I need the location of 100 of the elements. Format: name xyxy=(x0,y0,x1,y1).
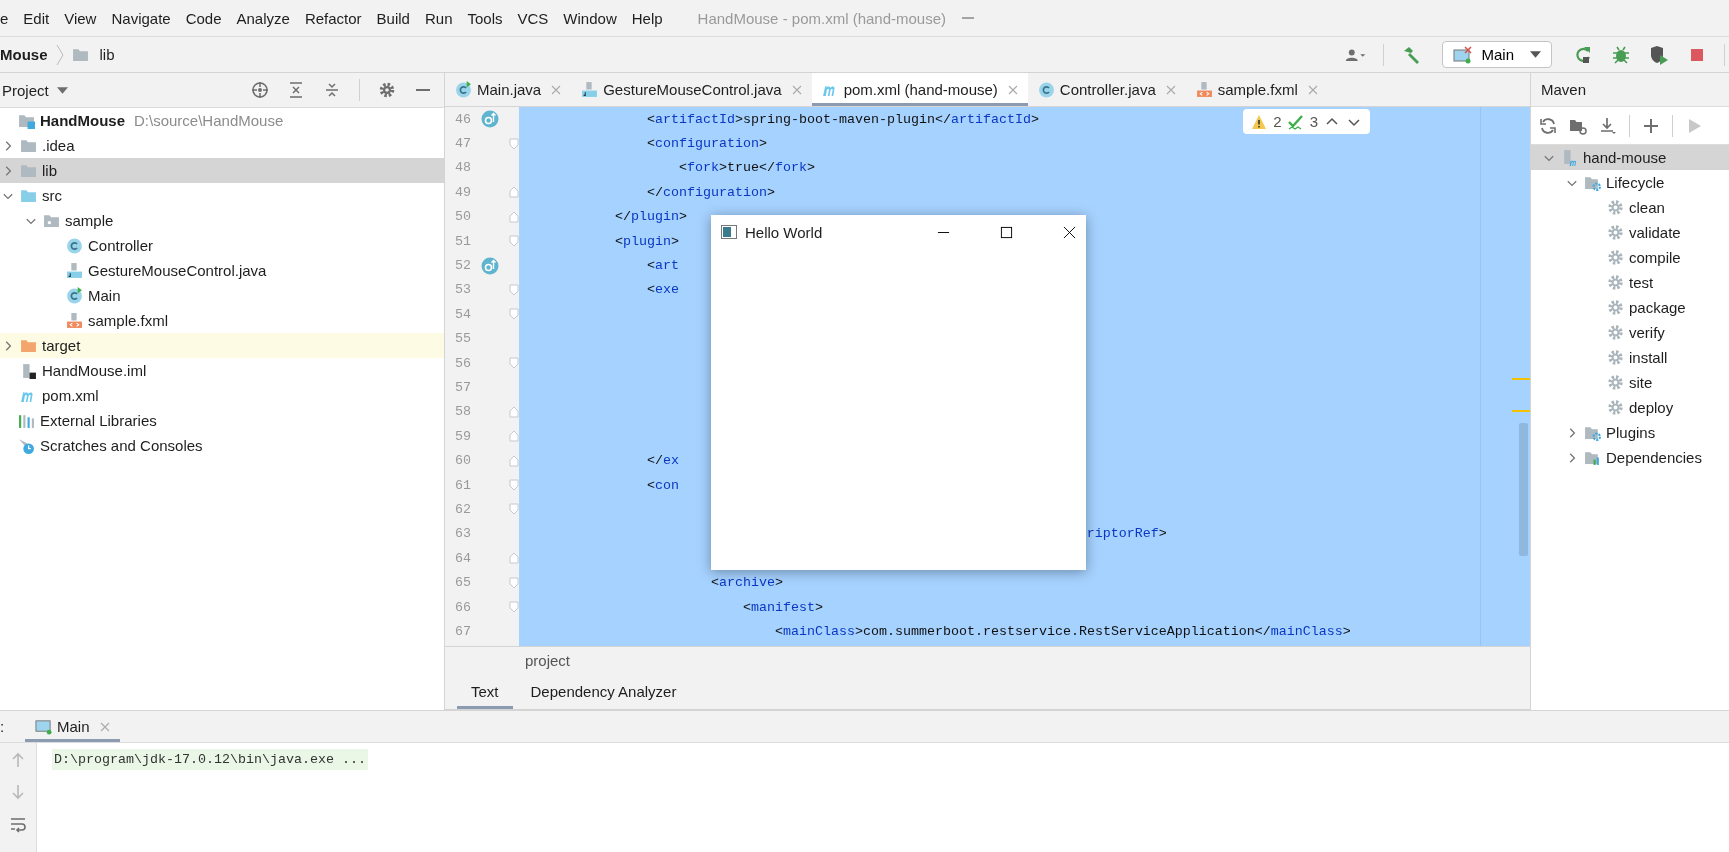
fold-end-icon[interactable] xyxy=(509,405,519,418)
soft-wrap-icon[interactable] xyxy=(9,815,27,833)
tree-item[interactable]: External Libraries xyxy=(0,408,444,433)
fold-start-icon[interactable] xyxy=(509,601,519,613)
expand-all-icon[interactable] xyxy=(287,81,305,99)
tree-item[interactable]: .idea xyxy=(0,133,444,158)
menu-item[interactable]: Window xyxy=(563,9,617,27)
tree-item[interactable]: verify xyxy=(1531,320,1729,345)
refresh-icon[interactable] xyxy=(1539,116,1557,135)
breadcrumb[interactable]: Mouse xyxy=(0,46,48,63)
tree-item[interactable]: Scratches and Consoles xyxy=(0,433,444,458)
tree-item[interactable]: Controller xyxy=(0,233,444,258)
tree-item[interactable]: package xyxy=(1531,295,1729,320)
fold-end-icon[interactable] xyxy=(509,552,519,565)
tree-item[interactable]: GestureMouseControl.java xyxy=(0,258,444,283)
download-icon[interactable] xyxy=(1599,116,1617,135)
tree-item[interactable]: sample xyxy=(0,208,444,233)
code-line: <artifactId>spring-boot-maven-plugin</artifactId> xyxy=(646,111,1039,127)
fold-end-icon[interactable] xyxy=(509,430,519,443)
breadcrumb[interactable]: project xyxy=(525,652,571,669)
menu-item[interactable]: Help xyxy=(631,9,663,27)
editor-tab[interactable]: Main.java xyxy=(445,73,572,106)
tree-item[interactable]: Dependencies xyxy=(1531,445,1729,470)
folder-gear-icon xyxy=(1584,174,1601,191)
menu-item[interactable]: Run xyxy=(424,9,453,27)
menu-item[interactable]: View xyxy=(64,9,97,27)
override-icon[interactable] xyxy=(481,256,499,275)
tree-item[interactable]: pom.xml xyxy=(0,383,444,408)
override-icon[interactable] xyxy=(481,110,499,129)
editor-tab[interactable]: pom.xml (hand-mouse) xyxy=(811,73,1028,106)
tree-item[interactable]: src xyxy=(0,183,444,208)
tree-item[interactable]: clean xyxy=(1531,195,1729,220)
fold-start-icon[interactable] xyxy=(509,283,519,296)
fold-end-icon[interactable] xyxy=(509,454,519,467)
plus-icon[interactable] xyxy=(1642,116,1660,135)
menu-item[interactable]: Tools xyxy=(467,9,503,27)
tree-item[interactable]: deploy xyxy=(1531,395,1729,420)
panel-title-dropdown[interactable]: Project xyxy=(0,81,68,99)
run-configuration-dropdown[interactable]: Main xyxy=(1442,41,1552,68)
shield-run-icon[interactable] xyxy=(1648,44,1670,65)
line-number: 57 xyxy=(454,380,471,395)
bug-icon[interactable] xyxy=(1610,44,1632,65)
tree-item[interactable]: Main xyxy=(0,283,444,308)
fold-start-icon[interactable] xyxy=(509,503,519,516)
editor-view-tab[interactable]: Text xyxy=(457,674,513,709)
tree-item[interactable]: HandMouse D:\source\HandMouse xyxy=(0,108,444,133)
tree-item[interactable]: site xyxy=(1531,370,1729,395)
collapse-all-icon[interactable] xyxy=(323,81,341,99)
fold-start-icon[interactable] xyxy=(509,479,519,492)
gear-icon xyxy=(1607,324,1624,341)
menu-item[interactable]: VCS xyxy=(517,9,549,27)
tree-item[interactable]: lib xyxy=(0,158,444,183)
window-title: Hello World xyxy=(745,223,823,241)
folder-icon xyxy=(20,162,37,179)
editor-view-tab[interactable]: Dependency Analyzer xyxy=(516,674,691,709)
menu-item[interactable]: Analyze xyxy=(236,9,290,27)
warning-count: 2 xyxy=(1273,113,1282,130)
caret-icon xyxy=(56,86,68,94)
class-icon xyxy=(66,237,83,254)
maximize-icon[interactable] xyxy=(1000,225,1013,239)
crosshair-icon[interactable] xyxy=(251,81,269,99)
fold-end-icon[interactable] xyxy=(509,186,519,199)
tree-item[interactable]: validate xyxy=(1531,220,1729,245)
fold-end-icon[interactable] xyxy=(509,210,519,223)
tree-item[interactable]: sample.fxml xyxy=(0,308,444,333)
fold-start-icon[interactable] xyxy=(509,357,519,370)
inspection-widget[interactable]: 2 3 xyxy=(1243,109,1370,134)
tree-item[interactable]: Plugins xyxy=(1531,420,1729,445)
code-line: <archive> xyxy=(709,575,783,591)
breadcrumb[interactable]: lib xyxy=(71,46,115,63)
fold-start-icon[interactable] xyxy=(509,576,519,589)
tree-item[interactable]: install xyxy=(1531,345,1729,370)
close-icon[interactable] xyxy=(1063,225,1076,239)
scrollbar-thumb[interactable] xyxy=(1519,423,1528,556)
code-line: <manifest> xyxy=(741,599,823,615)
fold-start-icon[interactable] xyxy=(509,137,519,150)
tree-item[interactable]: compile xyxy=(1531,245,1729,270)
run-tab[interactable]: Main xyxy=(25,711,120,742)
window-icon xyxy=(35,718,52,735)
menu-item[interactable]: e xyxy=(0,9,9,27)
fold-start-icon[interactable] xyxy=(509,235,519,248)
menu-item[interactable]: Refactor xyxy=(304,9,362,27)
editor-tab[interactable]: sample.fxml xyxy=(1185,73,1328,106)
code-line: </plugin> xyxy=(614,209,687,225)
menu-item[interactable]: Build xyxy=(376,9,410,27)
fold-start-icon[interactable] xyxy=(509,308,519,321)
editor-tab[interactable]: GestureMouseControl.java xyxy=(571,73,812,106)
tree-item[interactable]: HandMouse.iml xyxy=(0,358,444,383)
tree-item[interactable]: hand-mouse xyxy=(1531,145,1729,170)
menu-item[interactable]: Navigate xyxy=(111,9,171,27)
module-file-icon xyxy=(20,362,37,379)
arrow-down-icon[interactable] xyxy=(9,783,27,801)
settings-icon[interactable] xyxy=(378,81,396,99)
menu-item[interactable]: Code xyxy=(185,9,222,27)
menu-item[interactable]: Edit xyxy=(23,9,50,27)
tree-item[interactable]: test xyxy=(1531,270,1729,295)
tree-item[interactable]: target xyxy=(0,333,444,358)
window-title: HandMouse - pom.xml (hand-mouse) xyxy=(697,9,946,27)
editor-tab[interactable]: Controller.java xyxy=(1027,73,1186,106)
tree-item[interactable]: Lifecycle xyxy=(1531,170,1729,195)
